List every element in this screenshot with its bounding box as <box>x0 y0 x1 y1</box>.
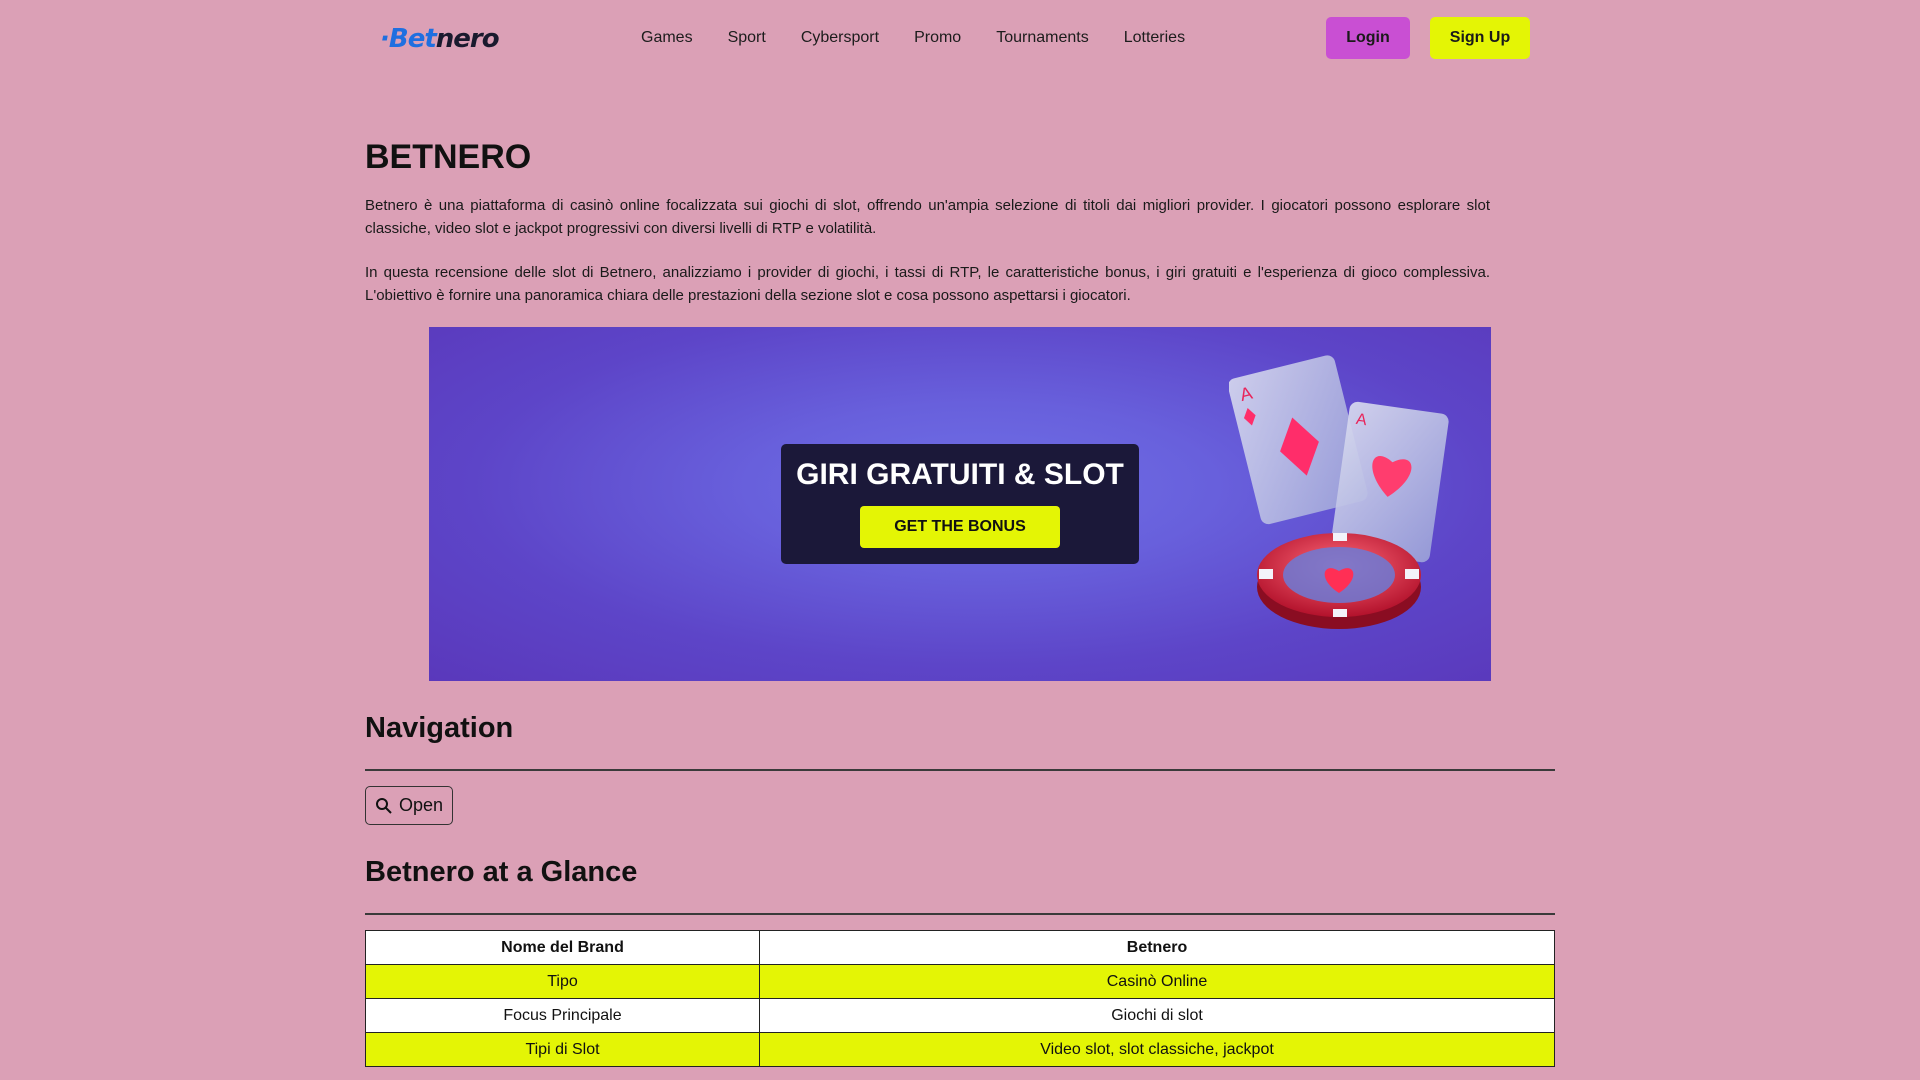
table-cell: Tipo <box>365 964 760 999</box>
promo-banner: GIRI GRATUITI & SLOT GET THE BONUS A A <box>429 327 1491 681</box>
table-cell: Giochi di slot <box>759 998 1555 1033</box>
divider <box>365 913 1555 915</box>
divider <box>365 769 1555 771</box>
login-button[interactable]: Login <box>1326 17 1410 59</box>
table-cell: Tipi di Slot <box>365 1032 760 1067</box>
table-header-cell: Nome del Brand <box>365 930 760 965</box>
nav-tournaments[interactable]: Tournaments <box>996 27 1089 49</box>
promo-box: GIRI GRATUITI & SLOT GET THE BONUS <box>781 444 1139 564</box>
open-navigation-button[interactable]: Open <box>365 786 453 825</box>
glance-heading: Betnero at a Glance <box>365 856 638 888</box>
nav-cybersport[interactable]: Cybersport <box>801 27 879 49</box>
table-header-cell: Betnero <box>759 930 1555 965</box>
nav-promo[interactable]: Promo <box>914 27 961 49</box>
get-bonus-button[interactable]: GET THE BONUS <box>860 506 1060 548</box>
table-row: Focus Principale Giochi di slot <box>365 998 1555 1033</box>
betnero-logo[interactable]: ·Betnero <box>380 24 500 54</box>
navigation-heading: Navigation <box>365 712 514 744</box>
open-label: Open <box>398 795 444 815</box>
table-cell: Casinò Online <box>759 964 1555 999</box>
playing-cards-chip-illustration: A A <box>1229 355 1449 629</box>
table-row: Tipi di Slot Video slot, slot classiche,… <box>365 1032 1555 1067</box>
nav-games[interactable]: Games <box>641 27 693 49</box>
table-row: Tipo Casinò Online <box>365 964 1555 999</box>
casino-chip <box>1257 533 1421 629</box>
table-cell: Video slot, slot classiche, jackpot <box>759 1032 1555 1067</box>
nav-lotteries[interactable]: Lotteries <box>1124 27 1185 49</box>
glance-table: Nome del Brand Betnero Tipo Casinò Onlin… <box>365 930 1555 1067</box>
site-header: ·Betnero Games Sport Cybersport Promo To… <box>0 0 1920 75</box>
table-header-row: Nome del Brand Betnero <box>365 930 1555 965</box>
page-title: BETNERO <box>365 138 532 176</box>
review-paragraph: In questa recensione delle slot di Betne… <box>365 264 1490 304</box>
intro-paragraph: Betnero è una piattaforma di casinò onli… <box>365 197 1490 237</box>
main-nav: Games Sport Cybersport Promo Tournaments… <box>641 27 1220 49</box>
nav-sport[interactable]: Sport <box>728 27 766 49</box>
search-icon <box>375 797 392 814</box>
table-cell: Focus Principale <box>365 998 760 1033</box>
promo-title: GIRI GRATUITI & SLOT <box>796 458 1124 491</box>
signup-button[interactable]: Sign Up <box>1430 17 1530 59</box>
